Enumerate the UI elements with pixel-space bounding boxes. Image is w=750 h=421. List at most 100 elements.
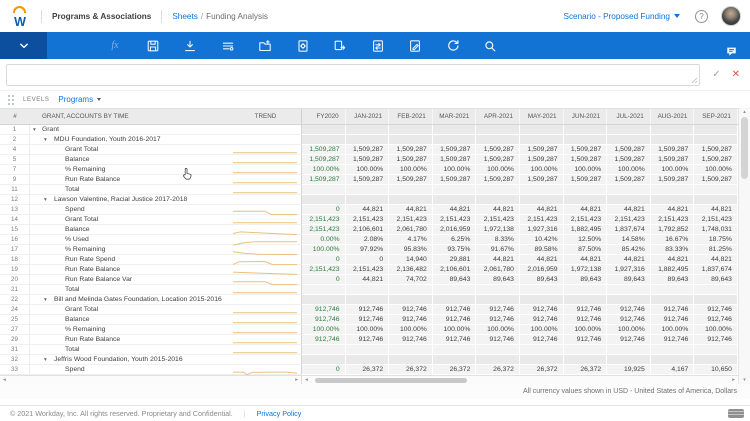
data-cell[interactable]: 26,372 — [389, 365, 433, 375]
data-cell[interactable] — [564, 135, 608, 145]
row-dimension-header[interactable]: GRANT, ACCOUNTS BY TIME — [30, 113, 230, 120]
copy-sheet-icon[interactable] — [328, 34, 352, 58]
add-folder-icon[interactable] — [253, 34, 277, 58]
data-cell[interactable]: 44,821 — [476, 255, 520, 265]
data-cell[interactable]: 26,372 — [476, 365, 520, 375]
data-cell[interactable]: 2,136,482 — [389, 265, 433, 275]
data-cell[interactable]: 81.25% — [694, 245, 738, 255]
data-cell[interactable] — [389, 185, 433, 195]
data-cell[interactable]: 1,509,287 — [520, 155, 564, 165]
privacy-policy-link[interactable]: Privacy Policy — [257, 409, 302, 418]
data-cell[interactable]: 44,821 — [346, 275, 390, 285]
row-number[interactable]: 21 — [0, 285, 30, 295]
data-cell[interactable] — [346, 345, 390, 355]
data-cell[interactable]: 2,151,423 — [302, 225, 346, 235]
vertical-scrollbar[interactable]: ▴ ▾ — [738, 108, 750, 384]
data-cell[interactable]: 912,746 — [607, 335, 651, 345]
data-cell[interactable] — [476, 125, 520, 135]
data-cell[interactable] — [694, 295, 738, 305]
column-header-sep-2021[interactable]: SEP-2021 — [694, 109, 738, 124]
data-cell[interactable]: 89,643 — [651, 275, 695, 285]
data-cell[interactable]: 2,151,423 — [389, 215, 433, 225]
data-cell[interactable]: 1,792,852 — [651, 225, 695, 235]
data-cell[interactable] — [433, 355, 477, 365]
data-cell[interactable]: 100.00% — [346, 325, 390, 335]
row-label-cell[interactable]: Balance — [30, 155, 230, 165]
data-cell[interactable] — [520, 135, 564, 145]
data-cell[interactable] — [302, 345, 346, 355]
data-cell[interactable] — [302, 195, 346, 205]
scroll-left-icon[interactable]: ◂ — [3, 376, 6, 384]
data-cell[interactable]: 2,106,601 — [346, 225, 390, 235]
cancel-formula-icon[interactable]: ✕ — [732, 69, 740, 80]
data-cell[interactable]: 1,509,287 — [476, 145, 520, 155]
row-number[interactable]: 22 — [0, 295, 30, 305]
data-cell[interactable]: 912,746 — [433, 305, 477, 315]
row-label-cell[interactable]: Run Rate Balance — [30, 335, 230, 345]
data-cell[interactable]: 18.75% — [694, 235, 738, 245]
collapse-toolbar-button[interactable] — [0, 32, 47, 59]
data-cell[interactable]: 1,509,287 — [302, 155, 346, 165]
data-cell[interactable]: 87.50% — [564, 245, 608, 255]
row-label-cell[interactable]: Grant Total — [30, 215, 230, 225]
data-cell[interactable]: 29,881 — [433, 255, 477, 265]
data-cell[interactable] — [564, 195, 608, 205]
row-number[interactable]: 9 — [0, 175, 30, 185]
data-cell[interactable]: 0 — [302, 275, 346, 285]
collapse-caret-icon[interactable]: ▾ — [44, 195, 47, 205]
data-cell[interactable]: 44,821 — [651, 255, 695, 265]
data-cell[interactable]: 85.42% — [607, 245, 651, 255]
data-cell[interactable] — [302, 185, 346, 195]
row-number[interactable]: 33 — [0, 365, 30, 375]
row-number[interactable]: 4 — [0, 145, 30, 155]
comments-icon[interactable] — [719, 39, 743, 63]
column-header-aug-2021[interactable]: AUG-2021 — [651, 109, 695, 124]
breadcrumb-sheets-link[interactable]: Sheets — [172, 12, 198, 21]
row-label-cell[interactable]: % Remaining — [30, 245, 230, 255]
row-number[interactable]: 14 — [0, 215, 30, 225]
data-cell[interactable]: 912,746 — [302, 305, 346, 315]
data-cell[interactable] — [694, 285, 738, 295]
data-cell[interactable] — [476, 195, 520, 205]
row-label-cell[interactable]: Total — [30, 285, 230, 295]
data-cell[interactable]: 1,509,287 — [389, 145, 433, 155]
data-cell[interactable] — [389, 125, 433, 135]
data-cell[interactable] — [651, 295, 695, 305]
data-cell[interactable]: 1,509,287 — [433, 155, 477, 165]
data-cell[interactable] — [433, 135, 477, 145]
data-cell[interactable]: 100.00% — [302, 245, 346, 255]
data-cell[interactable] — [389, 355, 433, 365]
data-cell[interactable]: 100.00% — [651, 325, 695, 335]
data-cell[interactable]: 1,927,316 — [607, 265, 651, 275]
edit-sheet-icon[interactable] — [403, 34, 427, 58]
data-cell[interactable]: 89.58% — [520, 245, 564, 255]
data-cell[interactable]: 100.00% — [564, 165, 608, 175]
data-cell[interactable]: 1,837,674 — [607, 225, 651, 235]
data-cell[interactable]: 97.92% — [346, 245, 390, 255]
row-label-cell[interactable]: Run Rate Balance — [30, 265, 230, 275]
column-header-jul-2021[interactable]: JUL-2021 — [607, 109, 651, 124]
data-cell[interactable]: 1,509,287 — [302, 145, 346, 155]
data-cell[interactable]: 14,940 — [389, 255, 433, 265]
data-cell[interactable] — [520, 185, 564, 195]
data-cell[interactable]: 100.00% — [433, 165, 477, 175]
data-cell[interactable]: 1,509,287 — [520, 175, 564, 185]
row-label-cell[interactable]: Grant Total — [30, 145, 230, 155]
data-cell[interactable] — [651, 195, 695, 205]
row-number[interactable]: 11 — [0, 185, 30, 195]
data-cell[interactable]: 1,509,287 — [433, 175, 477, 185]
data-cell[interactable] — [607, 345, 651, 355]
data-cell[interactable]: 100.00% — [302, 325, 346, 335]
data-cell[interactable]: 2,151,423 — [302, 265, 346, 275]
data-cell[interactable]: 2,151,423 — [433, 215, 477, 225]
data-cell[interactable]: 912,746 — [389, 305, 433, 315]
scroll-up-icon[interactable]: ▴ — [743, 108, 746, 116]
row-label-cell[interactable]: Balance — [30, 315, 230, 325]
data-cell[interactable]: 2,061,780 — [476, 265, 520, 275]
data-cell[interactable]: 44,821 — [694, 205, 738, 215]
column-header-jun-2021[interactable]: JUN-2021 — [564, 109, 608, 124]
data-cell[interactable]: 2,151,423 — [476, 215, 520, 225]
data-cell[interactable]: 83.33% — [651, 245, 695, 255]
data-cell[interactable]: 2,016,959 — [520, 265, 564, 275]
data-cell[interactable] — [651, 345, 695, 355]
